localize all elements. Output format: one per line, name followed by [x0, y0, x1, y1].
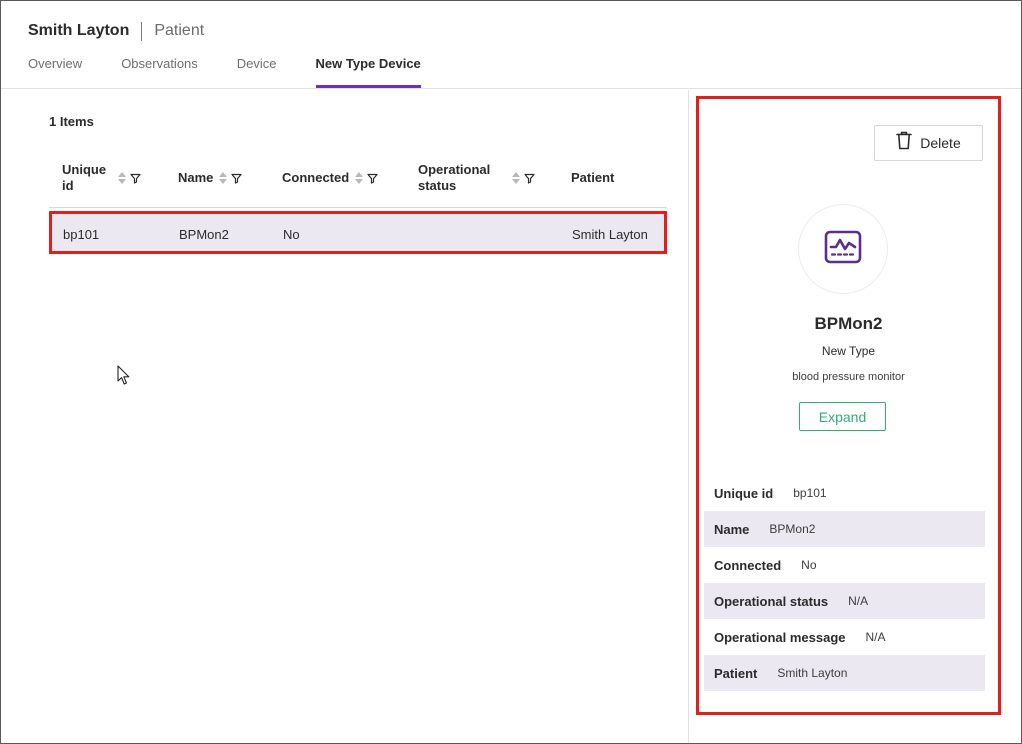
- device-detail-panel: Delete BPMon2 New Type blood pressure mo…: [696, 96, 1001, 715]
- cell-name: BPMon2: [179, 227, 229, 242]
- device-properties: Unique id bp101 Name BPMon2 Connected No…: [704, 475, 985, 691]
- filter-icon[interactable]: [231, 173, 243, 184]
- sort-icon[interactable]: [219, 172, 228, 184]
- column-header-patient: Patient: [571, 160, 614, 196]
- filter-icon[interactable]: [367, 173, 378, 184]
- sort-icon[interactable]: [118, 172, 126, 184]
- column-label: Unique id: [62, 162, 107, 193]
- column-label: Operational status: [418, 162, 491, 193]
- title-divider: [141, 21, 143, 41]
- property-value: No: [801, 558, 817, 572]
- page-subtitle: Patient: [154, 22, 205, 39]
- table-header: Unique id Name Connected Operational sta…: [49, 156, 667, 208]
- delete-label: Delete: [920, 135, 961, 151]
- property-value: BPMon2: [769, 522, 816, 536]
- tab-overview[interactable]: Overview: [28, 57, 82, 88]
- trash-icon: [896, 131, 913, 155]
- property-row-connected: Connected No: [704, 547, 985, 583]
- patient-name: Smith Layton: [28, 22, 130, 39]
- column-header-operational-status[interactable]: Operational status: [418, 160, 535, 196]
- device-name: BPMon2: [814, 314, 883, 333]
- column-header-name[interactable]: Name: [178, 160, 243, 196]
- monitor-waveform-icon: [824, 230, 862, 269]
- device-avatar: [798, 204, 888, 294]
- column-label: Name: [178, 170, 214, 185]
- property-label: Unique id: [714, 485, 774, 501]
- tab-observations[interactable]: Observations: [121, 57, 198, 88]
- device-type: New Type: [821, 344, 876, 358]
- tab-device[interactable]: Device: [237, 57, 277, 88]
- device-list-pane: 1 Items Unique id Name Connected Operati…: [1, 90, 689, 743]
- device-description: blood pressure monitor: [792, 371, 905, 383]
- property-value: bp101: [793, 486, 827, 500]
- property-row-operational-message: Operational message N/A: [704, 619, 985, 655]
- property-row-operational-status: Operational status N/A: [704, 583, 985, 619]
- delete-button[interactable]: Delete: [874, 125, 983, 161]
- mouse-cursor-icon: [117, 365, 131, 391]
- property-label: Name: [714, 521, 750, 537]
- app-window: Smith Layton Patient Overview Observatio…: [0, 0, 1022, 744]
- cell-connected: No: [283, 227, 300, 242]
- page-header: Smith Layton Patient Overview Observatio…: [1, 1, 1021, 89]
- property-label: Connected: [714, 557, 782, 573]
- expand-button[interactable]: Expand: [799, 402, 886, 431]
- property-row-patient: Patient Smith Layton: [704, 655, 985, 691]
- sort-icon[interactable]: [355, 172, 364, 184]
- column-label: Connected: [282, 170, 350, 185]
- property-row-unique-id: Unique id bp101: [704, 475, 985, 511]
- filter-icon[interactable]: [524, 173, 535, 184]
- property-value: N/A: [865, 630, 886, 644]
- sort-icon[interactable]: [512, 172, 520, 184]
- tab-bar: Overview Observations Device New Type De…: [28, 57, 460, 88]
- property-value: Smith Layton: [777, 666, 848, 680]
- column-header-unique-id[interactable]: Unique id: [62, 160, 141, 196]
- property-value: N/A: [848, 594, 869, 608]
- column-label: Patient: [571, 170, 615, 185]
- filter-icon[interactable]: [130, 173, 141, 184]
- property-label: Patient: [714, 665, 758, 681]
- cell-patient: Smith Layton: [572, 227, 648, 242]
- property-label: Operational status: [714, 593, 829, 609]
- property-row-name: Name BPMon2: [704, 511, 985, 547]
- table-row[interactable]: bp101 BPMon2 No Smith Layton: [49, 211, 667, 254]
- tab-new-type-device[interactable]: New Type Device: [315, 57, 421, 88]
- cell-unique-id: bp101: [63, 227, 100, 242]
- column-header-connected[interactable]: Connected: [282, 160, 378, 196]
- property-label: Operational message: [714, 629, 846, 645]
- page-title: Smith Layton Patient: [28, 20, 204, 42]
- items-count: 1 Items: [49, 114, 94, 129]
